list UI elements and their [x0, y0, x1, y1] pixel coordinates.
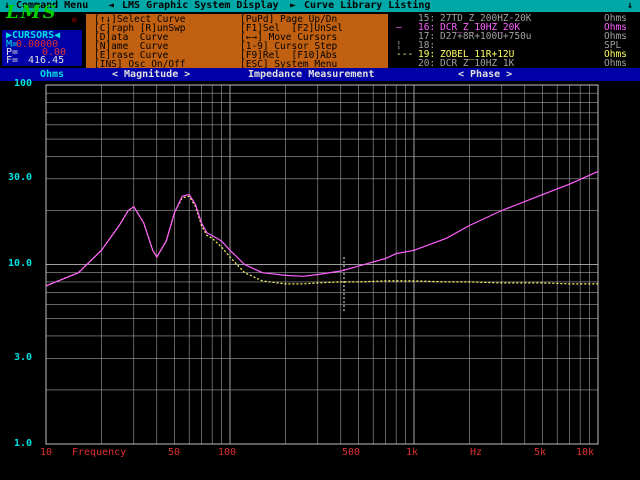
right-arrow-icon: ►	[290, 0, 297, 11]
y-tick-label: 10.0	[8, 258, 33, 269]
curve-library-button[interactable]: Curve Library Listing	[304, 1, 430, 11]
x-tick-label: 10k	[576, 447, 595, 458]
x-tick-label: 1k	[406, 447, 419, 458]
y-tick-label: 1.0	[14, 438, 33, 449]
curve-name[interactable]: D27+8R+100U+750u	[440, 32, 532, 42]
y-tick-label: 3.0	[14, 352, 33, 363]
command-menu-panel: [↑↓]Select Curve [C]raph [R]unSwp [D]ata…	[85, 13, 389, 69]
curve-marker: —	[396, 22, 402, 33]
menu-bar: ↓ Command Menu ◄ LMS Graphic System Disp…	[0, 0, 640, 12]
magnitude-tab[interactable]: < Magnitude >	[112, 70, 190, 80]
cursor-f-value: 416.45	[28, 55, 65, 66]
units-label: Ohms	[40, 69, 65, 80]
curve-marker: ---	[396, 49, 414, 60]
x-tick-label: 500	[342, 447, 361, 458]
x-tick-label: 10	[40, 447, 53, 458]
x-tick-label: 5k	[534, 447, 547, 458]
y-tick-label: 30.0	[8, 172, 33, 183]
x-axis-title: Frequency	[72, 447, 127, 458]
mode-title: Impedance Measurement	[248, 69, 375, 80]
x-tick-label: 50	[168, 447, 181, 458]
down-arrow-icon: ↓	[627, 0, 634, 11]
impedance-chart[interactable]	[0, 81, 640, 480]
series-line	[45, 170, 599, 287]
logo: LMS	[6, 2, 58, 23]
x-tick-label: 100	[218, 447, 237, 458]
phase-tab[interactable]: < Phase >	[458, 70, 512, 80]
left-arrow-icon: ◄	[108, 0, 115, 11]
y-tick-label: 100	[14, 78, 33, 89]
cursor-f-label: F=	[6, 55, 19, 66]
registered-mark: ®	[72, 16, 77, 25]
x-axis-unit: Hz	[470, 447, 483, 458]
window-title: LMS Graphic System Display	[122, 0, 279, 11]
